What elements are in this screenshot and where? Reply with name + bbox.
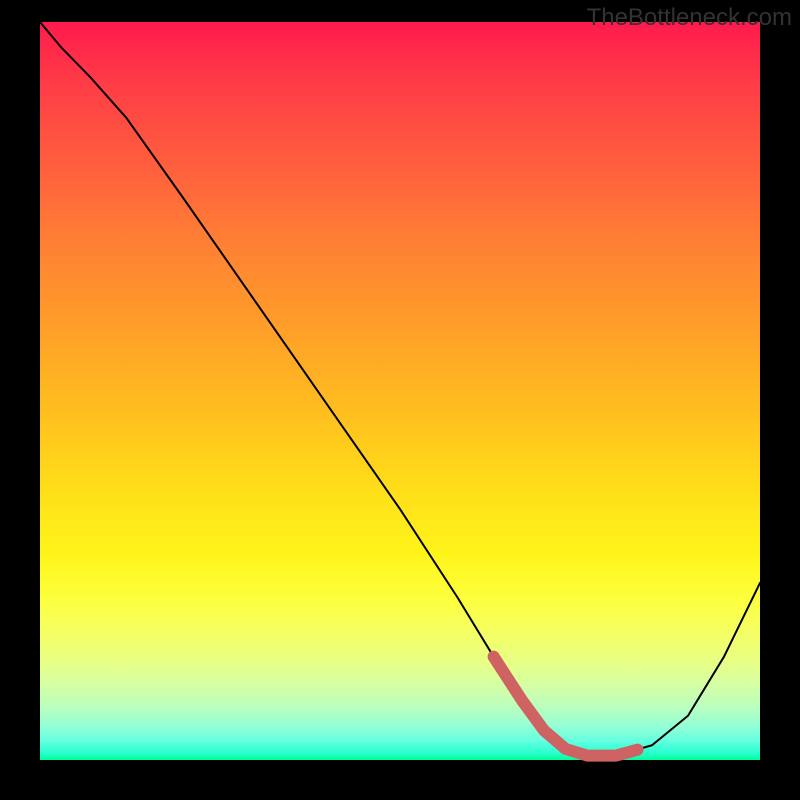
- plot-area: [40, 22, 760, 760]
- chart-svg: [40, 22, 760, 760]
- curve-line: [40, 22, 760, 756]
- highlight-segment: [494, 657, 638, 756]
- watermark-text: TheBottleneck.com: [587, 4, 792, 32]
- chart-container: TheBottleneck.com: [0, 0, 800, 800]
